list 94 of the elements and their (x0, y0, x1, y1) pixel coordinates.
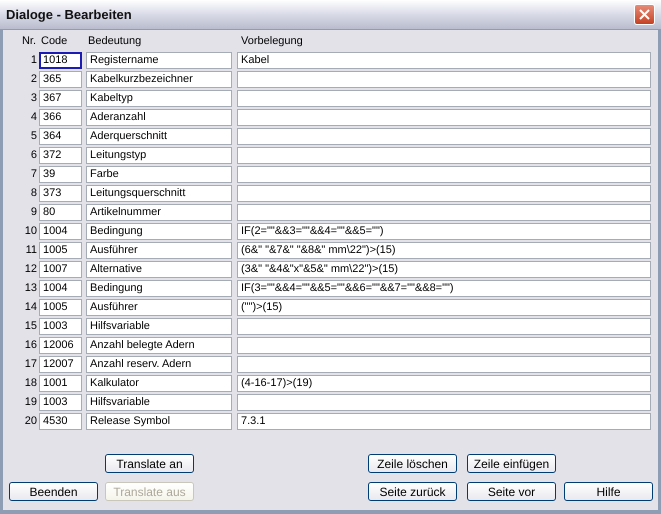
meaning-field[interactable]: Aderanzahl (86, 109, 232, 126)
default-value-field[interactable] (237, 356, 651, 373)
meaning-field[interactable]: Kabeltyp (86, 90, 232, 107)
row-number: 2 (30, 72, 38, 88)
row-number: 7 (30, 167, 38, 182)
default-value-field[interactable]: 7.3.1 (237, 413, 651, 430)
meaning-field[interactable]: Farbe (86, 166, 232, 183)
meaning-field[interactable]: Bedingung (86, 280, 232, 297)
row-number: 6 (30, 148, 38, 164)
default-value-field[interactable] (237, 90, 651, 107)
dialog-button[interactable]: Seite zurück (368, 482, 457, 501)
code-field[interactable]: 365 (39, 71, 82, 88)
row-number: 16 (24, 338, 38, 354)
row-number: 18 (24, 376, 38, 392)
code-field[interactable]: 1001 (39, 375, 82, 392)
code-field[interactable]: 80 (39, 204, 82, 221)
default-value-field[interactable] (237, 394, 651, 411)
default-value-field[interactable] (237, 337, 651, 354)
code-field[interactable]: 1004 (39, 223, 82, 240)
default-value-field[interactable] (237, 185, 651, 202)
meaning-field[interactable]: Hilfsvariable (86, 394, 232, 411)
row-number: 4 (30, 110, 38, 126)
code-field[interactable]: 4530 (39, 413, 82, 430)
meaning-field[interactable]: Hilfsvariable (86, 318, 232, 335)
meaning-field[interactable]: Anzahl reserv. Adern (86, 356, 232, 373)
default-value-field[interactable] (237, 71, 651, 88)
row-number: 3 (30, 91, 38, 106)
code-field[interactable]: 39 (39, 166, 82, 183)
window-title: Dialoge - Bearbeiten (6, 6, 132, 24)
meaning-field[interactable]: Registername (86, 52, 232, 69)
column-header: Code (40, 34, 68, 48)
close-button[interactable] (634, 4, 655, 25)
default-value-field[interactable]: (3&" "&4&"x"&5&" mm\22")>(15) (237, 261, 651, 278)
code-field[interactable]: 1018 (39, 52, 82, 69)
default-value-field[interactable] (237, 166, 651, 183)
row-number: 1 (30, 53, 38, 68)
row-number: 9 (30, 205, 38, 220)
meaning-field[interactable]: Alternative (86, 261, 232, 278)
meaning-field[interactable]: Kalkulator (86, 375, 232, 392)
code-field[interactable]: 1007 (39, 261, 82, 278)
meaning-field[interactable]: Leitungsquerschnitt (86, 185, 232, 202)
default-value-field[interactable]: (6&" "&7&" "&8&" mm\22")>(15) (237, 242, 651, 259)
code-field[interactable]: 364 (39, 128, 82, 145)
row-number: 20 (24, 414, 38, 430)
code-field[interactable]: 12006 (39, 337, 82, 354)
meaning-field[interactable]: Kabelkurzbezeichner (86, 71, 232, 88)
code-field[interactable]: 1005 (39, 299, 82, 316)
code-field[interactable]: 373 (39, 185, 82, 202)
default-value-field[interactable]: IF(3=""&&4=""&&5=""&&6=""&&7=""&&8="") (237, 280, 651, 297)
code-field[interactable]: 366 (39, 109, 82, 126)
meaning-field[interactable]: Ausführer (86, 242, 232, 259)
default-value-field[interactable]: Kabel (237, 52, 651, 69)
code-field[interactable]: 1003 (39, 318, 82, 335)
meaning-field[interactable]: Leitungstyp (86, 147, 232, 164)
row-number: 10 (24, 224, 38, 240)
default-value-field[interactable]: (4-16-17)>(19) (237, 375, 651, 392)
column-header: Vorbelegung (240, 34, 303, 48)
meaning-field[interactable]: Release Symbol (86, 413, 232, 430)
row-number: 15 (24, 319, 38, 334)
meaning-field[interactable]: Artikelnummer (86, 204, 232, 221)
code-field[interactable]: 1003 (39, 394, 82, 411)
column-header: Nr. (20, 34, 37, 48)
default-value-field[interactable] (237, 128, 651, 145)
row-number: 11 (24, 243, 38, 258)
code-field[interactable]: 12007 (39, 356, 82, 373)
default-value-field[interactable] (237, 109, 651, 126)
dialog-button[interactable]: Zeile einfügen (467, 454, 556, 473)
dialog-button[interactable]: Beenden (9, 482, 98, 501)
meaning-field[interactable]: Ausführer (86, 299, 232, 316)
row-number: 19 (24, 395, 38, 410)
dialog-button[interactable]: Hilfe (564, 482, 653, 501)
row-number: 8 (30, 186, 38, 202)
code-field[interactable]: 367 (39, 90, 82, 107)
dialog-button[interactable]: Zeile löschen (368, 454, 457, 473)
default-value-field[interactable]: IF(2=""&&3=""&&4=""&&5="") (237, 223, 651, 240)
meaning-field[interactable]: Aderquerschnitt (86, 128, 232, 145)
column-header: Bedeutung (87, 34, 142, 48)
row-number: 12 (24, 262, 38, 278)
row-number: 14 (24, 300, 38, 316)
dialog-button[interactable]: Seite vor (467, 482, 556, 501)
meaning-field[interactable]: Bedingung (86, 223, 232, 240)
meaning-field[interactable]: Anzahl belegte Adern (86, 337, 232, 354)
dialog-button[interactable]: Translate an (105, 454, 194, 473)
row-number: 13 (24, 281, 38, 296)
close-icon (639, 9, 650, 20)
default-value-field[interactable] (237, 147, 651, 164)
default-value-field[interactable]: ("")>(15) (237, 299, 651, 316)
default-value-field[interactable] (237, 204, 651, 221)
code-field[interactable]: 372 (39, 147, 82, 164)
default-value-field[interactable] (237, 318, 651, 335)
row-number: 17 (24, 357, 38, 372)
code-field[interactable]: 1004 (39, 280, 82, 297)
row-number: 5 (30, 129, 38, 144)
code-field[interactable]: 1005 (39, 242, 82, 259)
